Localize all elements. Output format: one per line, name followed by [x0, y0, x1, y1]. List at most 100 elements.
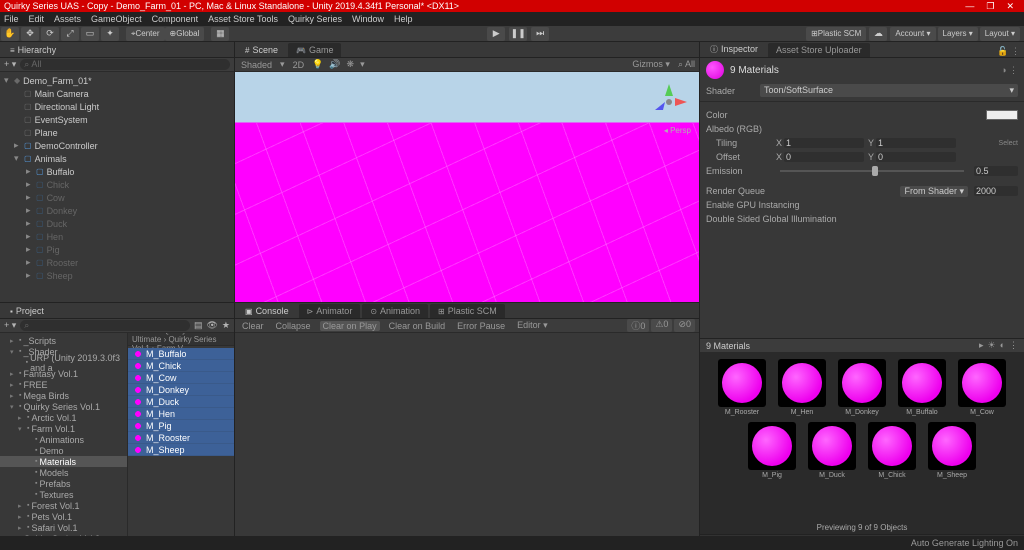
step-button[interactable]: ⏭ [531, 27, 549, 41]
search-scene[interactable]: ⌕ All [678, 59, 695, 70]
scene-root[interactable]: ▾◆Demo_Farm_01* [0, 74, 234, 87]
2d-toggle[interactable]: 2D [291, 60, 307, 70]
account-dropdown[interactable]: Account ▾ [890, 27, 935, 41]
hierarchy-item[interactable]: ▸▢Donkey [0, 204, 234, 217]
menu-component[interactable]: Component [152, 14, 199, 24]
search-project[interactable]: ⌕ [20, 320, 190, 331]
project-material-item[interactable]: M_Cow [128, 372, 234, 384]
error-pause-button[interactable]: Error Pause [454, 321, 508, 331]
help-icon[interactable]: ◑ ⋮ [1001, 65, 1018, 76]
error-count[interactable]: ⊘0 [674, 319, 695, 332]
gizmos-dropdown[interactable]: Gizmos ▾ [630, 59, 672, 70]
project-tree-item[interactable]: ▸▪Safari Vol.1 [0, 522, 127, 533]
info-count[interactable]: ⓘ0 [627, 319, 649, 332]
search-hierarchy[interactable]: ⌕ All [20, 59, 230, 70]
play-button[interactable]: ▶ [487, 27, 505, 41]
menu-gameobject[interactable]: GameObject [91, 14, 142, 24]
project-items[interactable]: M_BuffaloM_ChickM_CowM_DonkeyM_DuckM_Hen… [128, 346, 234, 536]
clear-on-play-button[interactable]: Clear on Play [320, 321, 380, 331]
project-tree-item[interactable]: ▸▪Mega Birds [0, 390, 127, 401]
project-tree-item[interactable]: ▪Demo [0, 445, 127, 456]
preview-material-item[interactable]: M_Hen [775, 359, 829, 416]
render-queue-value[interactable]: 2000 [974, 186, 1018, 196]
preview-material-item[interactable]: M_Pig [745, 422, 799, 479]
eye-icon[interactable]: 👁 [206, 320, 217, 331]
hierarchy-item[interactable]: ▸▢Buffalo [0, 165, 234, 178]
tab-asset-store-uploader[interactable]: Asset Store Uploader [768, 43, 870, 57]
filter-icon[interactable]: ▤ [194, 320, 203, 331]
project-material-item[interactable]: M_Duck [128, 396, 234, 408]
project-tree-item[interactable]: ▪Prefabs [0, 478, 127, 489]
project-tree-item[interactable]: ▸▪_Scripts [0, 335, 127, 346]
layout-dropdown[interactable]: Layout ▾ [980, 27, 1020, 41]
hierarchy-item[interactable]: ▸▢Sheep [0, 269, 234, 282]
project-tree-item[interactable]: ▸▪Arctic Vol.1 [0, 412, 127, 423]
close-icon[interactable]: ✕ [1006, 1, 1014, 12]
preview-grid[interactable]: M_RoosterM_HenM_DonkeyM_BuffaloM_CowM_Pi… [700, 353, 1024, 521]
hierarchy-item[interactable]: ▢Directional Light [0, 100, 234, 113]
hierarchy-item[interactable]: ▸▢DemoController [0, 139, 234, 152]
transform-tool-icon[interactable]: ✦ [101, 27, 119, 41]
rect-tool-icon[interactable]: ▭ [81, 27, 99, 41]
project-tree-item[interactable]: ▸▪Forest Vol.1 [0, 500, 127, 511]
preview-material-item[interactable]: M_Sheep [925, 422, 979, 479]
preview-material-item[interactable]: M_Cow [955, 359, 1009, 416]
tab-scene[interactable]: #Scene [237, 43, 286, 57]
project-material-item[interactable]: M_Buffalo [128, 348, 234, 360]
menu-asset-store-tools[interactable]: Asset Store Tools [208, 14, 278, 24]
console-body[interactable] [235, 333, 699, 550]
tab-animator[interactable]: ⊳Animator [299, 304, 361, 318]
hierarchy-item[interactable]: ▸▢Chick [0, 178, 234, 191]
create-dropdown[interactable]: + ▾ [4, 320, 16, 331]
breadcrumb[interactable]: Assets › Quirky Series Ultimate › Quirky… [128, 333, 234, 346]
preview-play-icon[interactable]: ▸ [979, 340, 984, 351]
tab-project[interactable]: ▪Project [2, 304, 52, 318]
emission-value[interactable]: 0.5 [974, 166, 1018, 176]
tab-animation[interactable]: ⊙Animation [362, 304, 428, 318]
move-tool-icon[interactable]: ✥ [21, 27, 39, 41]
perspective-label[interactable]: ◂ Persp [664, 126, 691, 135]
plastic-scm-button[interactable]: ⊞Plastic SCM [806, 27, 866, 41]
hierarchy-item[interactable]: ▢Plane [0, 126, 234, 139]
project-material-item[interactable]: M_Pig [128, 420, 234, 432]
project-material-item[interactable]: M_Sheep [128, 444, 234, 456]
project-tree-item[interactable]: ▾▪Quirky Series Vol.1 [0, 401, 127, 412]
hierarchy-item[interactable]: ▸▢Cow [0, 191, 234, 204]
hierarchy-item[interactable]: ▸▢Pig [0, 243, 234, 256]
menu-file[interactable]: File [4, 14, 19, 24]
audio-icon[interactable]: 🔊 [329, 59, 340, 70]
shading-mode[interactable]: Shaded [239, 60, 274, 70]
preview-material-item[interactable]: M_Buffalo [895, 359, 949, 416]
warn-count[interactable]: ⚠0 [651, 319, 672, 332]
menu-quirky-series[interactable]: Quirky Series [288, 14, 342, 24]
project-material-item[interactable]: M_Hen [128, 408, 234, 420]
project-tree-item[interactable]: ▪URP (Unity 2019.3.0f3 and a [0, 357, 127, 368]
hierarchy-body[interactable]: ▾◆Demo_Farm_01* ▢Main Camera▢Directional… [0, 72, 234, 302]
project-tree-item[interactable]: ▪Models [0, 467, 127, 478]
layers-dropdown[interactable]: Layers ▾ [938, 27, 978, 41]
editor-dropdown[interactable]: Editor ▾ [514, 320, 551, 331]
project-tree-item[interactable]: ▸▪FREE [0, 379, 127, 390]
project-material-item[interactable]: M_Donkey [128, 384, 234, 396]
pause-button[interactable]: ❚❚ [509, 27, 527, 41]
menu-help[interactable]: Help [394, 14, 413, 24]
project-tree-item[interactable]: ▾▪Farm Vol.1 [0, 423, 127, 434]
scene-viewport[interactable]: ◂ Persp [235, 72, 699, 302]
clear-on-build-button[interactable]: Clear on Build [386, 321, 449, 331]
preview-material-item[interactable]: M_Donkey [835, 359, 889, 416]
tab-game[interactable]: 🎮Game [288, 43, 341, 57]
project-tree-item[interactable]: ▪Textures [0, 489, 127, 500]
project-material-item[interactable]: M_Rooster [128, 432, 234, 444]
select-texture-button[interactable]: Select [999, 140, 1018, 147]
tiling-y-field[interactable]: 1 [876, 138, 956, 148]
project-tree-item[interactable]: ▪Materials [0, 456, 127, 467]
fx-icon[interactable]: ❋ [347, 59, 355, 70]
tiling-x-field[interactable]: 1 [784, 138, 864, 148]
preview-menu-icon[interactable]: ⋮ [1009, 340, 1018, 351]
minimize-icon[interactable]: — [965, 1, 974, 12]
hierarchy-item[interactable]: ▸▢Rooster [0, 256, 234, 269]
tab-console[interactable]: ▣Console [237, 304, 297, 318]
project-tree[interactable]: ▸▪_Scripts▾▪_Shader▪URP (Unity 2019.3.0f… [0, 333, 128, 536]
tab-plastic-scm[interactable]: ⊞Plastic SCM [430, 304, 505, 318]
orientation-gizmo[interactable] [649, 82, 689, 122]
